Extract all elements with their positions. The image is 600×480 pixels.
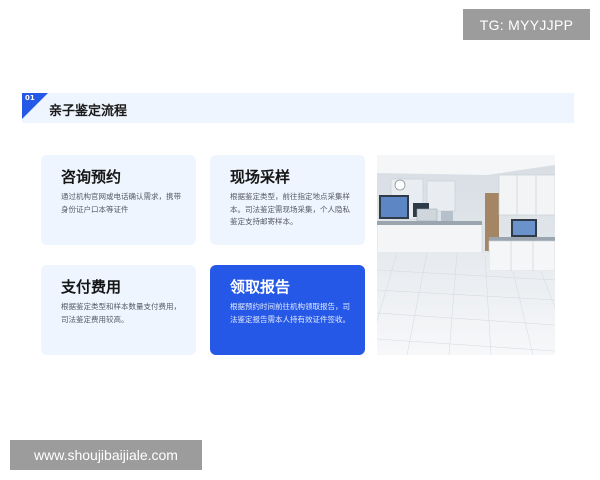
laboratory-photo (377, 155, 555, 355)
step-card-title: 咨询预约 (61, 168, 122, 186)
step-card-title: 支付费用 (61, 278, 122, 296)
step-card-title: 现场采样 (230, 168, 291, 186)
watermark-bottom: www.shoujibaijiale.com (10, 440, 202, 470)
step-card-text: 根据鉴定类型和样本数量支付费用，司法鉴定费用较高。 (61, 302, 181, 324)
step-card-sampling: 现场采样 根据鉴定类型，前往指定地点采集样本。司法鉴定需现场采集，个人隐私鉴定支… (210, 155, 365, 245)
step-card-payment: 支付费用 根据鉴定类型和样本数量支付费用，司法鉴定费用较高。 (41, 265, 196, 355)
step-card-title: 领取报告 (230, 278, 291, 296)
watermark-top: TG: MYYJJPP (463, 9, 590, 40)
section-number: 01 (25, 94, 35, 102)
step-card-report: 领取报告 根据预约时间前往机构领取报告，司法鉴定报告需本人持有效证件签收。 (210, 265, 365, 355)
section-title: 亲子鉴定流程 (49, 104, 128, 119)
step-card-text: 根据预约时间前往机构领取报告，司法鉴定报告需本人持有效证件签收。 (230, 302, 350, 324)
step-card-consult: 咨询预约 通过机构官网或电话确认需求，携带身份证户口本等证件 (41, 155, 196, 245)
step-card-text: 通过机构官网或电话确认需求，携带身份证户口本等证件 (61, 192, 181, 214)
step-card-text: 根据鉴定类型，前往指定地点采集样本。司法鉴定需现场采集，个人隐私鉴定支持邮寄样本… (230, 192, 350, 226)
